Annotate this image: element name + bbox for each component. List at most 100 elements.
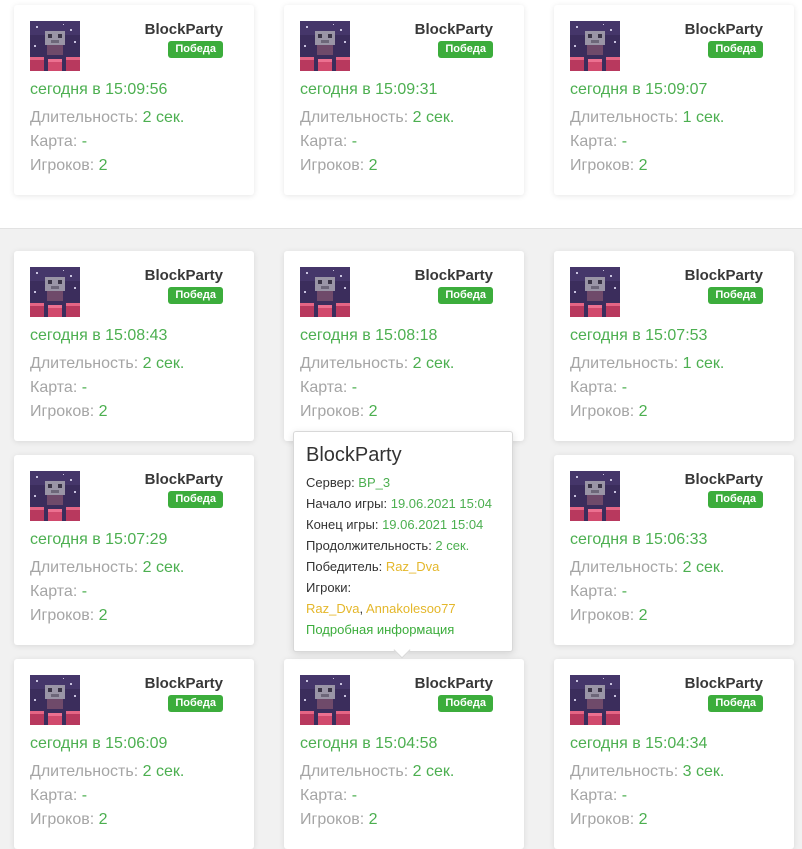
- blockparty-thumbnail-icon: [300, 267, 350, 317]
- duration-stat: Длительность: 2 сек.: [300, 109, 455, 126]
- game-name: BlockParty: [684, 267, 763, 284]
- map-stat: Карта: -: [300, 787, 358, 804]
- result-badge: Победа: [708, 287, 763, 304]
- blockparty-thumbnail-icon: [570, 675, 620, 725]
- map-stat: Карта: -: [570, 583, 628, 600]
- duration-stat: Длительность: 2 сек.: [570, 559, 725, 576]
- tooltip-duration: Продолжительность: 2 сек.: [306, 538, 470, 553]
- tooltip-title: BlockParty: [306, 444, 402, 466]
- map-stat: Карта: -: [570, 379, 628, 396]
- game-time: сегодня в 15:09:56: [30, 81, 168, 98]
- map-stat: Карта: -: [30, 583, 88, 600]
- game-card[interactable]: BlockParty Победа сегодня в 15:06:33 Дли…: [554, 455, 794, 645]
- players-stat: Игроков: 2: [300, 811, 378, 828]
- players-stat: Игроков: 2: [570, 403, 648, 420]
- game-card[interactable]: BlockParty Победа сегодня в 15:09:07 Дли…: [554, 5, 794, 195]
- tooltip-server: Сервер: BP_3: [306, 475, 391, 490]
- winner-link[interactable]: Raz_Dva: [386, 559, 439, 574]
- map-stat: Карта: -: [300, 379, 358, 396]
- tooltip-winner: Победитель: Raz_Dva: [306, 559, 440, 574]
- players-stat: Игроков: 2: [30, 811, 108, 828]
- game-time: сегодня в 15:08:43: [30, 327, 168, 344]
- game-name: BlockParty: [684, 471, 763, 488]
- duration-stat: Длительность: 1 сек.: [570, 109, 725, 126]
- game-time: сегодня в 15:09:07: [570, 81, 708, 98]
- result-badge: Победа: [168, 695, 223, 712]
- result-badge: Победа: [438, 695, 493, 712]
- duration-stat: Длительность: 2 сек.: [30, 763, 185, 780]
- duration-stat: Длительность: 3 сек.: [570, 763, 725, 780]
- duration-stat: Длительность: 2 сек.: [300, 763, 455, 780]
- result-badge: Победа: [438, 41, 493, 58]
- duration-stat: Длительность: 2 сек.: [30, 355, 185, 372]
- result-badge: Победа: [708, 695, 763, 712]
- game-name: BlockParty: [144, 267, 223, 284]
- game-details-tooltip: BlockParty Сервер: BP_3 Начало игры: 19.…: [293, 431, 513, 652]
- details-link[interactable]: Подробная информация: [306, 622, 454, 637]
- section-divider: [0, 228, 802, 229]
- blockparty-thumbnail-icon: [30, 471, 80, 521]
- duration-stat: Длительность: 2 сек.: [300, 355, 455, 372]
- map-stat: Карта: -: [570, 133, 628, 150]
- game-card[interactable]: BlockParty Победа сегодня в 15:06:09 Дли…: [14, 659, 254, 849]
- game-card[interactable]: BlockParty Победа сегодня в 15:08:18 Дли…: [284, 251, 524, 441]
- blockparty-thumbnail-icon: [300, 21, 350, 71]
- map-stat: Карта: -: [30, 379, 88, 396]
- players-stat: Игроков: 2: [570, 157, 648, 174]
- tooltip-start: Начало игры: 19.06.2021 15:04: [306, 496, 492, 511]
- game-card[interactable]: BlockParty Победа сегодня в 15:04:34 Дли…: [554, 659, 794, 849]
- game-name: BlockParty: [144, 471, 223, 488]
- game-name: BlockParty: [144, 21, 223, 38]
- result-badge: Победа: [168, 491, 223, 508]
- map-stat: Карта: -: [300, 133, 358, 150]
- map-stat: Карта: -: [30, 133, 88, 150]
- duration-stat: Длительность: 1 сек.: [570, 355, 725, 372]
- game-card[interactable]: BlockParty Победа сегодня в 15:08:43 Дли…: [14, 251, 254, 441]
- map-stat: Карта: -: [30, 787, 88, 804]
- players-stat: Игроков: 2: [30, 403, 108, 420]
- game-name: BlockParty: [684, 675, 763, 692]
- blockparty-thumbnail-icon: [570, 471, 620, 521]
- players-stat: Игроков: 2: [30, 607, 108, 624]
- blockparty-thumbnail-icon: [570, 21, 620, 71]
- game-time: сегодня в 15:06:33: [570, 531, 708, 548]
- result-badge: Победа: [168, 41, 223, 58]
- game-time: сегодня в 15:07:29: [30, 531, 168, 548]
- blockparty-thumbnail-icon: [570, 267, 620, 317]
- map-stat: Карта: -: [570, 787, 628, 804]
- blockparty-thumbnail-icon: [300, 675, 350, 725]
- game-time: сегодня в 15:07:53: [570, 327, 708, 344]
- duration-stat: Длительность: 2 сек.: [30, 109, 185, 126]
- players-stat: Игроков: 2: [30, 157, 108, 174]
- game-card[interactable]: BlockParty Победа сегодня в 15:07:53 Дли…: [554, 251, 794, 441]
- player-link[interactable]: Raz_Dva: [306, 601, 359, 616]
- game-name: BlockParty: [144, 675, 223, 692]
- game-card[interactable]: BlockParty Победа сегодня в 15:09:56 Дли…: [14, 5, 254, 195]
- game-card[interactable]: BlockParty Победа сегодня в 15:09:31 Дли…: [284, 5, 524, 195]
- game-name: BlockParty: [414, 21, 493, 38]
- game-time: сегодня в 15:06:09: [30, 735, 168, 752]
- duration-stat: Длительность: 2 сек.: [30, 559, 185, 576]
- game-time: сегодня в 15:04:58: [300, 735, 438, 752]
- game-name: BlockParty: [414, 267, 493, 284]
- game-name: BlockParty: [684, 21, 763, 38]
- players-stat: Игроков: 2: [300, 403, 378, 420]
- tooltip-players: Raz_Dva, Annakolesoo77: [306, 601, 456, 616]
- result-badge: Победа: [438, 287, 493, 304]
- game-card[interactable]: BlockParty Победа сегодня в 15:04:58 Дли…: [284, 659, 524, 849]
- blockparty-thumbnail-icon: [30, 675, 80, 725]
- result-badge: Победа: [168, 287, 223, 304]
- game-name: BlockParty: [414, 675, 493, 692]
- tooltip-players-label: Игроки:: [306, 580, 352, 595]
- game-card[interactable]: BlockParty Победа сегодня в 15:07:29 Дли…: [14, 455, 254, 645]
- result-badge: Победа: [708, 41, 763, 58]
- game-time: сегодня в 15:09:31: [300, 81, 438, 98]
- tooltip-end: Конец игры: 19.06.2021 15:04: [306, 517, 484, 532]
- game-time: сегодня в 15:08:18: [300, 327, 438, 344]
- blockparty-thumbnail-icon: [30, 21, 80, 71]
- player-link[interactable]: Annakolesoo77: [366, 601, 456, 616]
- result-badge: Победа: [708, 491, 763, 508]
- players-stat: Игроков: 2: [570, 811, 648, 828]
- game-time: сегодня в 15:04:34: [570, 735, 708, 752]
- players-stat: Игроков: 2: [570, 607, 648, 624]
